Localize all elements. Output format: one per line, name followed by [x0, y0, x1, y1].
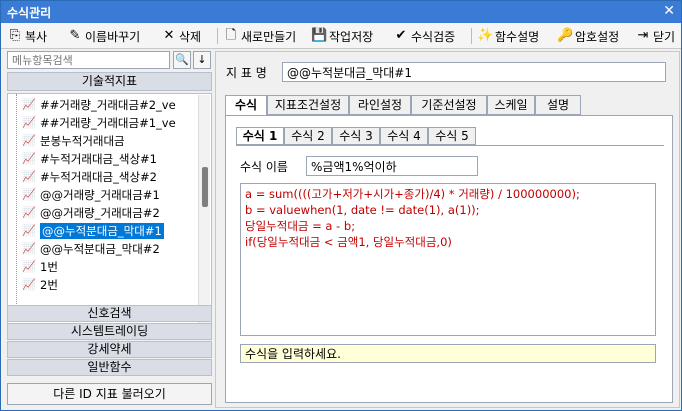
- formula-code-editor[interactable]: a = sum((((고가+저가+시가+종가)/4) * 거래량) / 1000…: [240, 183, 656, 336]
- close-button[interactable]: ⇥ 닫기: [635, 26, 676, 46]
- tab-formula[interactable]: 수식: [225, 95, 267, 116]
- tab-description[interactable]: 설명: [535, 95, 581, 115]
- tree-item[interactable]: 📈 @@거래량_거래대금#2: [22, 204, 160, 222]
- tab-formula-3[interactable]: 수식 3: [332, 127, 380, 145]
- close-door-icon: ⇥: [637, 28, 649, 43]
- title-bar: 수식관리 ✕: [1, 1, 681, 23]
- toolbar-divider: [217, 28, 218, 44]
- copy-icon: ⎘: [9, 28, 21, 43]
- indicator-name-label: 지 표 명: [226, 66, 267, 80]
- tree-item-selected[interactable]: 📈 @@누적분대금_막대#1: [22, 222, 164, 240]
- formula-manager-window: 수식관리 ✕ ⎘ 복사 ✎ 이름바꾸기 ✕ 삭제 🗋 새로만들기 💾 작업저장 ✔ 수식검증…: [0, 0, 682, 411]
- new-button[interactable]: 🗋 새로만들기: [223, 26, 296, 46]
- tab-formula-5[interactable]: 수식 5: [428, 127, 476, 145]
- chart-icon: 📈: [22, 242, 36, 255]
- chart-icon: 📈: [22, 134, 36, 147]
- chart-icon: 📈: [22, 206, 36, 219]
- toolbar: ⎘ 복사 ✎ 이름바꾸기 ✕ 삭제 🗋 새로만들기 💾 작업저장 ✔ 수식검증 ✨ 함수설명 …: [1, 23, 681, 49]
- code-line: a = sum((((고가+저가+시가+종가)/4) * 거래량) / 1000…: [245, 187, 580, 201]
- tree-item[interactable]: 📈 #누적거래대금_색상#1: [22, 150, 157, 168]
- tree-item[interactable]: 📈 @@누적분대금_막대#2: [22, 240, 160, 258]
- load-other-id-button[interactable]: 다른 ID 지표 불러오기: [7, 383, 212, 405]
- tab-scale[interactable]: 스케일: [487, 95, 535, 115]
- menu-search-input[interactable]: [7, 51, 170, 69]
- section-system-trading[interactable]: 시스템트레이딩: [7, 323, 212, 340]
- category-header[interactable]: 기술적지표: [7, 72, 212, 91]
- chart-icon: 📈: [22, 224, 36, 237]
- delete-button[interactable]: ✕ 삭제: [161, 26, 202, 46]
- tree-item[interactable]: 📈 ##거래량_거래대금#1_ve: [22, 114, 176, 132]
- delete-icon: ✕: [163, 28, 175, 43]
- tree-item[interactable]: 📈 #누적거래대금_색상#2: [22, 168, 157, 186]
- tab-formula-2[interactable]: 수식 2: [284, 127, 332, 145]
- tab-baseline-settings[interactable]: 기준선설정: [411, 95, 487, 115]
- formula-tab-panel: 수식 1 수식 2 수식 3 수식 4 수식 5 수식 이름 a = sum((…: [225, 115, 673, 403]
- chart-icon: 📈: [22, 116, 36, 129]
- code-line: 당일누적대금 = a - b;: [245, 219, 356, 233]
- verify-formula-button[interactable]: ✔ 수식검증: [393, 26, 456, 46]
- tab-line-settings[interactable]: 라인설정: [349, 95, 411, 115]
- tree-scrollbar[interactable]: [198, 95, 210, 337]
- formula-name-label: 수식 이름: [240, 160, 288, 174]
- search-icon[interactable]: 🔍: [173, 51, 191, 69]
- section-signal-search[interactable]: 신호검색: [7, 305, 212, 322]
- code-line: if(당일누적대금 < 금액1, 당일누적대금,0): [245, 235, 452, 249]
- indicator-name-input[interactable]: [282, 62, 666, 82]
- window-title: 수식관리: [7, 6, 52, 20]
- tree-item[interactable]: 📈 2번: [22, 276, 58, 294]
- code-line: b = valuewhen(1, date != date(1), a(1));: [245, 203, 480, 217]
- key-icon: 🔑: [557, 28, 574, 43]
- close-icon[interactable]: ✕: [663, 3, 675, 19]
- section-strength-weakness[interactable]: 강세약세: [7, 341, 212, 358]
- chart-icon: 📈: [22, 152, 36, 165]
- tab-indicator-conditions[interactable]: 지표조건설정: [267, 95, 349, 115]
- function-help-button[interactable]: ✨ 함수설명: [477, 26, 539, 46]
- tree-item[interactable]: 📈 @@거래량_거래대금#1: [22, 186, 160, 204]
- section-general-functions[interactable]: 일반함수: [7, 359, 212, 376]
- indicator-tree: 📈 ##거래량_거래대금#2_ve 📈 ##거래량_거래대금#1_ve 📈 분봉누적거…: [7, 93, 212, 339]
- tree-item[interactable]: 📈 1번: [22, 258, 58, 276]
- chart-icon: 📈: [22, 278, 36, 291]
- tree-item[interactable]: 📈 분봉누적거래대금: [22, 132, 125, 150]
- new-icon: 🗋: [225, 28, 237, 43]
- chart-icon: 📈: [22, 260, 36, 273]
- tree-item[interactable]: 📈 ##거래량_거래대금#2_ve: [22, 96, 176, 114]
- chart-icon: 📈: [22, 188, 36, 201]
- scrollbar-thumb[interactable]: [202, 167, 208, 207]
- formula-name-input[interactable]: [306, 156, 478, 176]
- copy-button[interactable]: ⎘ 복사: [7, 26, 47, 46]
- rename-button[interactable]: ✎ 이름바꾸기: [67, 26, 141, 46]
- tab-formula-1[interactable]: 수식 1: [236, 127, 284, 145]
- rename-icon: ✎: [69, 28, 81, 43]
- tree-guide-line: [16, 94, 17, 338]
- chart-icon: 📈: [22, 98, 36, 111]
- chart-icon: 📈: [22, 170, 36, 183]
- toolbar-divider: [471, 28, 472, 44]
- password-button[interactable]: 🔑 암호설정: [557, 26, 619, 46]
- left-panel: 🔍 ↓ 기술적지표 📈##거래량_거래대금#2_ve 📈##거래량_거래대금#1…: [7, 51, 212, 406]
- save-icon: 💾: [311, 28, 328, 43]
- save-work-button[interactable]: 💾 작업저장: [311, 26, 373, 46]
- input-hint-bar: 수식을 입력하세요.: [240, 344, 656, 363]
- wand-icon: ✨: [477, 28, 494, 43]
- tab-formula-4[interactable]: 수식 4: [380, 127, 428, 145]
- arrow-down-icon[interactable]: ↓: [193, 51, 211, 69]
- formula-editor-panel: 지 표 명 수식 지표조건설정 라인설정 기준선설정 스케일 설명 수식 1 수…: [215, 51, 680, 408]
- check-icon: ✔: [395, 28, 407, 43]
